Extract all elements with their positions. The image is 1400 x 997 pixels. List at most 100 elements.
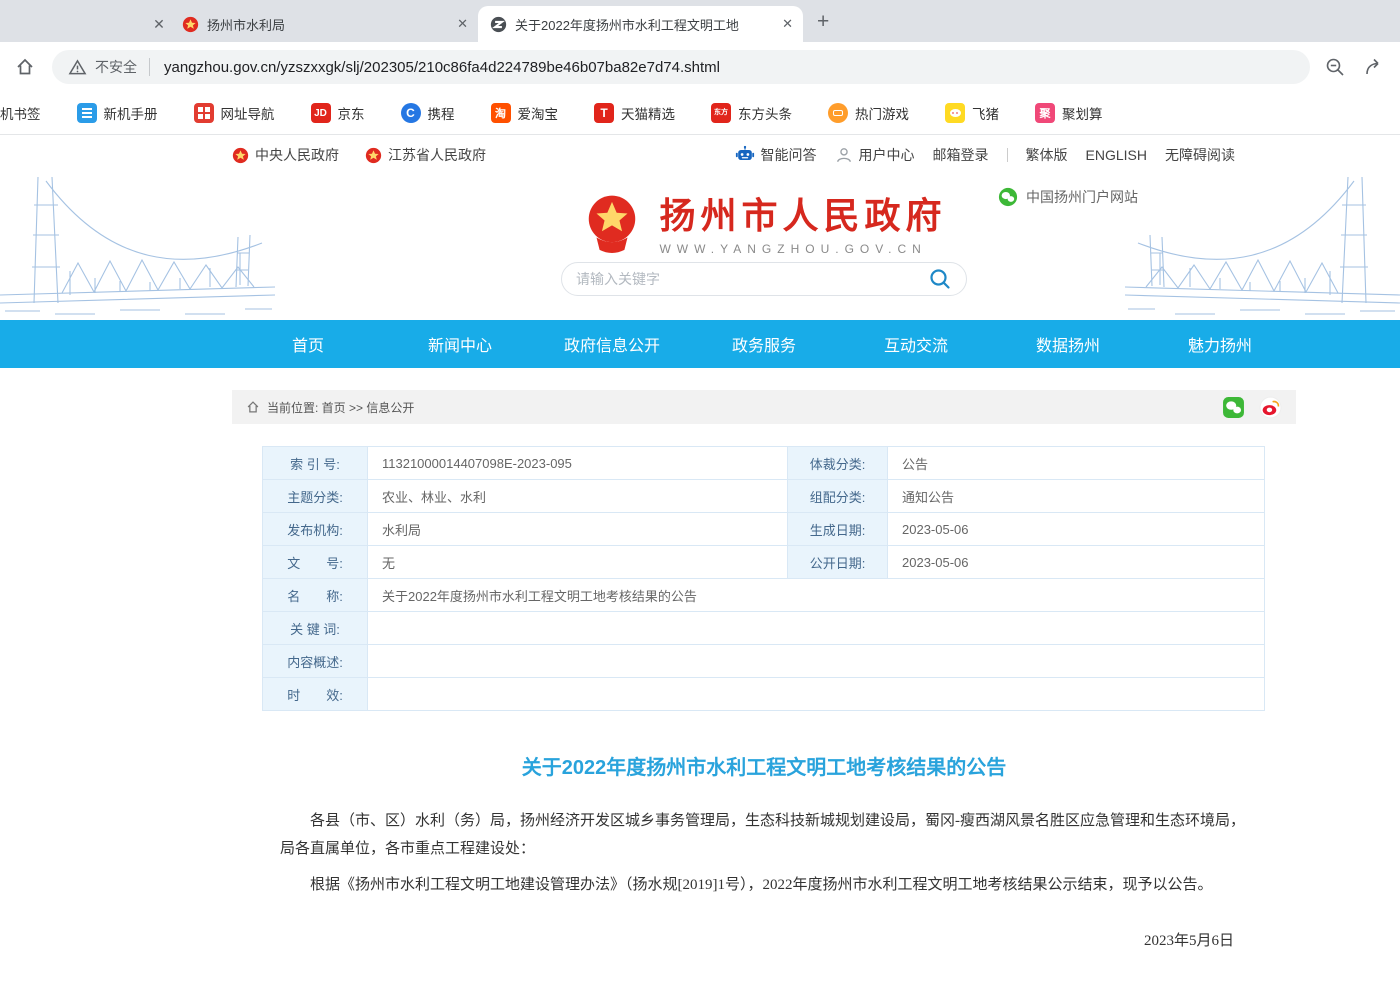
zoom-out-icon[interactable] xyxy=(1324,56,1346,78)
tab-close-icon[interactable]: ✕ xyxy=(782,16,793,32)
meta-label: 组配分类: xyxy=(788,480,888,513)
url-text[interactable]: yangzhou.gov.cn/yzszxxgk/slj/202305/210c… xyxy=(164,59,720,76)
article-page-favicon xyxy=(490,16,507,33)
meta-value-create-date: 2023-05-06 xyxy=(888,513,1265,546)
main-navigation: 首页 新闻中心 政府信息公开 政务服务 互动交流 数据扬州 魅力扬州 xyxy=(0,320,1400,368)
wechat-share-icon[interactable] xyxy=(1222,396,1245,419)
gov-emblem-icon xyxy=(232,147,249,164)
meta-value-publisher: 水利局 xyxy=(368,513,788,546)
link-jiangsu-government[interactable]: 江苏省人民政府 xyxy=(365,145,486,165)
link-label: 用户中心 xyxy=(859,145,915,165)
link-central-government[interactable]: 中央人民政府 xyxy=(232,145,339,165)
meta-value-group: 通知公告 xyxy=(888,480,1265,513)
gov-emblem-icon xyxy=(365,147,382,164)
table-row: 内容概述: xyxy=(263,645,1265,678)
link-label: ENGLISH xyxy=(1086,147,1147,163)
taobao-icon: 淘 xyxy=(491,103,511,123)
address-bar[interactable]: 不安全 yangzhou.gov.cn/yzszxxgk/slj/202305/… xyxy=(52,50,1310,84)
bookmark-label: 网址导航 xyxy=(221,103,275,123)
gov-emblem-favicon xyxy=(182,16,199,33)
bookmark-label: 飞猪 xyxy=(972,103,999,123)
site-search[interactable] xyxy=(561,262,967,296)
tab-title: 关于2022年度扬州市水利工程文明工地 xyxy=(515,15,776,34)
nav-home[interactable]: 首页 xyxy=(232,320,384,368)
table-row: 索 引 号: 11321000014407098E-2023-095 体裁分类:… xyxy=(263,447,1265,480)
site-banner: 扬州市人民政府 WWW.YANGZHOU.GOV.CN 中国扬州门户网站 xyxy=(0,175,1400,320)
juhuasuan-icon: 聚 xyxy=(1035,103,1055,123)
tab-announcement-active[interactable]: 关于2022年度扬州市水利工程文明工地 ✕ xyxy=(478,6,803,42)
bookmark-label: 爱淘宝 xyxy=(518,103,559,123)
site-url: WWW.YANGZHOU.GOV.CN xyxy=(659,242,946,256)
gov-top-bar: 中央人民政府 江苏省人民政府 智能问答 xyxy=(0,135,1400,175)
bookmark-tmall[interactable]: T 天猫精选 xyxy=(594,103,675,123)
user-icon xyxy=(835,146,853,164)
bookmark-label: 机书签 xyxy=(0,103,41,123)
meta-label: 文 号: xyxy=(263,546,368,579)
portal-wechat-link[interactable]: 中国扬州门户网站 xyxy=(998,187,1138,207)
bookmark-ctrip[interactable]: C 携程 xyxy=(401,103,455,123)
meta-value-keywords xyxy=(368,612,1265,645)
bookmark-label: 京东 xyxy=(338,103,365,123)
bookmark-label: 携程 xyxy=(428,103,455,123)
smart-qa-link[interactable]: 智能问答 xyxy=(735,145,817,165)
share-icon[interactable] xyxy=(1364,56,1386,78)
bookmark-hot-games[interactable]: 热门游戏 xyxy=(828,103,909,123)
bookmark-jd[interactable]: JD 京东 xyxy=(311,103,365,123)
mail-login-link[interactable]: 邮箱登录 xyxy=(933,145,989,165)
nav-charm-yangzhou[interactable]: 魅力扬州 xyxy=(1144,320,1296,368)
nav-news-center[interactable]: 新闻中心 xyxy=(384,320,536,368)
meta-value-title: 关于2022年度扬州市水利工程文明工地考核结果的公告 xyxy=(368,579,1265,612)
nav-grid-icon xyxy=(194,103,214,123)
tab-yangzhou-water-bureau[interactable]: 扬州市水利局 ✕ xyxy=(170,6,478,42)
robot-icon xyxy=(735,145,755,165)
tmall-icon: T xyxy=(594,103,614,123)
article-title: 关于2022年度扬州市水利工程文明工地考核结果的公告 xyxy=(232,751,1296,780)
english-link[interactable]: ENGLISH xyxy=(1086,147,1147,163)
bookmark-phone-bookmarks[interactable]: 机书签 xyxy=(0,103,41,123)
bookmark-label: 新机手册 xyxy=(104,103,158,123)
user-center-link[interactable]: 用户中心 xyxy=(835,145,915,165)
link-label: 智能问答 xyxy=(761,145,817,165)
table-row: 主题分类: 农业、林业、水利 组配分类: 通知公告 xyxy=(263,480,1265,513)
home-icon xyxy=(246,400,260,414)
bookmark-dongfang-toutiao[interactable]: 东方 东方头条 xyxy=(711,103,792,123)
meta-label: 体裁分类: xyxy=(788,447,888,480)
search-icon[interactable] xyxy=(928,267,952,291)
bookmark-fliggy[interactable]: 飞猪 xyxy=(945,103,999,123)
bookmark-aitaobao[interactable]: 淘 爱淘宝 xyxy=(491,103,559,123)
meta-value-index-number: 11321000014407098E-2023-095 xyxy=(368,447,788,480)
meta-label: 公开日期: xyxy=(788,546,888,579)
hidden-tab-close-icon[interactable]: ✕ xyxy=(148,16,170,33)
meta-value-genre: 公告 xyxy=(888,447,1265,480)
meta-value-summary xyxy=(368,645,1265,678)
nav-interaction[interactable]: 互动交流 xyxy=(840,320,992,368)
meta-label: 生成日期: xyxy=(788,513,888,546)
nav-gov-info-disclosure[interactable]: 政府信息公开 xyxy=(536,320,688,368)
new-tab-button[interactable]: + xyxy=(817,12,829,32)
bookmark-juhuasuan[interactable]: 聚 聚划算 xyxy=(1035,103,1103,123)
wechat-icon xyxy=(998,187,1018,207)
link-label: 邮箱登录 xyxy=(933,145,989,165)
traditional-chinese-link[interactable]: 繁体版 xyxy=(1026,145,1068,165)
nav-gov-services[interactable]: 政务服务 xyxy=(688,320,840,368)
table-row: 发布机构: 水利局 生成日期: 2023-05-06 xyxy=(263,513,1265,546)
meta-value-validity xyxy=(368,678,1265,711)
security-label[interactable]: 不安全 xyxy=(95,57,137,77)
accessibility-link[interactable]: 无障碍阅读 xyxy=(1165,145,1235,165)
meta-label: 名 称: xyxy=(263,579,368,612)
jd-icon: JD xyxy=(311,103,331,123)
bookmark-label: 天猫精选 xyxy=(621,103,675,123)
content-container: 当前位置: 首页 >> 信息公开 索 引 号: 1132100001440709… xyxy=(232,390,1296,997)
bookmark-new-device-manual[interactable]: 新机手册 xyxy=(77,103,158,123)
nav-data-yangzhou[interactable]: 数据扬州 xyxy=(992,320,1144,368)
weibo-share-icon[interactable] xyxy=(1259,396,1282,419)
home-icon[interactable] xyxy=(14,56,36,78)
link-label: 繁体版 xyxy=(1026,145,1068,165)
tab-close-icon[interactable]: ✕ xyxy=(457,16,468,32)
article-paragraph-recipients: 各县（市、区）水利（务）局，扬州经济开发区城乡事务管理局，生态科技新城规划建设局… xyxy=(280,808,1248,864)
meta-label: 时 效: xyxy=(263,678,368,711)
bookmark-url-navigation[interactable]: 网址导航 xyxy=(194,103,275,123)
search-input[interactable] xyxy=(576,271,928,287)
breadcrumb-text[interactable]: 当前位置: 首页 >> 信息公开 xyxy=(267,399,414,416)
table-row: 时 效: xyxy=(263,678,1265,711)
